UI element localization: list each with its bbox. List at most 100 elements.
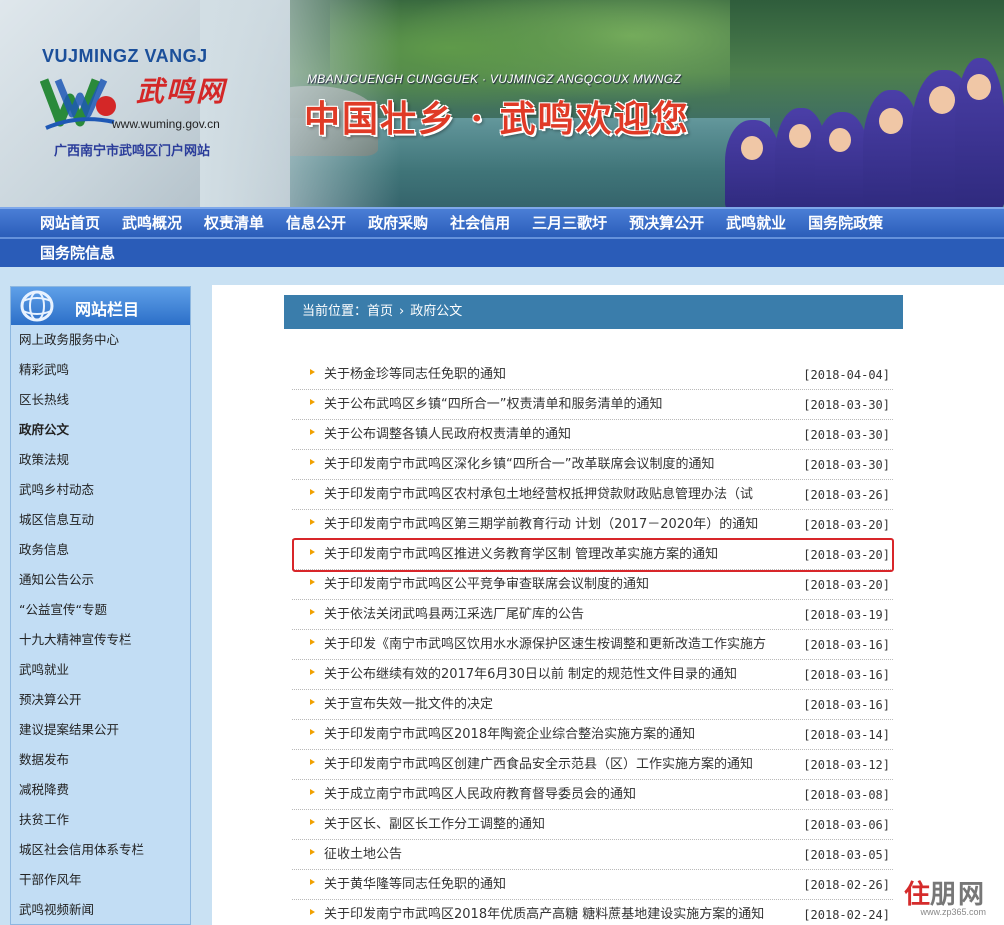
nav-item-home[interactable]: 网站首页	[40, 212, 100, 234]
sidebar-item-video-news[interactable]: 武鸣视频新闻	[11, 895, 190, 924]
nav-item-overview[interactable]: 武鸣概况	[122, 212, 182, 234]
document-row[interactable]: 关于杨金珍等同志任免职的通知 [2018-04-04]	[292, 360, 893, 390]
document-title-link[interactable]: 关于宣布失效一批文件的决定	[324, 690, 804, 720]
breadcrumb-current[interactable]: 政府公文	[410, 304, 462, 319]
sidebar-item-data-release[interactable]: 数据发布	[11, 745, 190, 775]
watermark: 住朋网 www.zp365.com	[904, 874, 986, 917]
document-row[interactable]: 关于公布武鸣区乡镇“四所合一”权责清单和服务清单的通知 [2018-03-30]	[292, 390, 893, 420]
sidebar-item-public-welfare[interactable]: “公益宣传“专题	[11, 595, 190, 625]
sidebar-item-gov-info[interactable]: 政务信息	[11, 535, 190, 565]
document-title-link[interactable]: 关于印发南宁市武鸣区2018年陶瓷企业综合整治实施方案的通知	[324, 720, 804, 750]
bullet-arrow-icon	[310, 819, 315, 825]
bullet-arrow-icon	[310, 789, 315, 795]
sidebar-item-district-interaction[interactable]: 城区信息互动	[11, 505, 190, 535]
logo-url-text: www.wuming.gov.cn	[112, 117, 220, 131]
document-title-link[interactable]: 关于公布调整各镇人民政府权责清单的通知	[324, 420, 804, 450]
document-date: [2018-03-14]	[803, 728, 890, 742]
document-row[interactable]: 关于印发南宁市武鸣区第三期学前教育行动 计划（2017－2020年）的通知 [20…	[292, 510, 893, 540]
sidebar-item-poverty-alleviation[interactable]: 扶贫工作	[11, 805, 190, 835]
sidebar-item-mayor-hotline[interactable]: 区长热线	[11, 385, 190, 415]
document-row[interactable]: 关于印发南宁市武鸣区创建广西食品安全示范县（区）工作实施方案的通知 [2018-0…	[292, 750, 893, 780]
nav-item-procurement[interactable]: 政府采购	[368, 212, 428, 234]
sidebar-item-budget[interactable]: 预决算公开	[11, 685, 190, 715]
sidebar-menu: 网上政务服务中心 精彩武鸣 区长热线 政府公文 政策法规 武鸣乡村动态 城区信息…	[11, 325, 190, 924]
document-row[interactable]: 关于区长、副区长工作分工调整的通知 [2018-03-06]	[292, 810, 893, 840]
document-row[interactable]: 关于黄华隆等同志任免职的通知 [2018-02-26]	[292, 870, 893, 900]
bullet-arrow-icon	[310, 879, 315, 885]
nav-item-state-council-policy[interactable]: 国务院政策	[808, 212, 883, 234]
document-date: [2018-03-16]	[803, 638, 890, 652]
document-date: [2018-03-30]	[803, 428, 890, 442]
document-row[interactable]: 关于依法关闭武鸣县两江采选厂尾矿库的公告 [2018-03-19]	[292, 600, 893, 630]
document-row[interactable]: 关于成立南宁市武鸣区人民政府教育督导委员会的通知 [2018-03-08]	[292, 780, 893, 810]
document-row[interactable]: 关于公布继续有效的2017年6月30日以前 制定的规范性文件目录的通知 [2018…	[292, 660, 893, 690]
banner-singers-illustration	[715, 50, 1004, 207]
document-date: [2018-02-24]	[803, 908, 890, 922]
document-row-highlighted[interactable]: 关于印发南宁市武鸣区推进义务教育学区制 管理改革实施方案的通知 [2018-03-…	[292, 540, 893, 570]
logo-subtitle: 广西南宁市武鸣区门户网站	[54, 144, 211, 159]
document-list: 关于杨金珍等同志任免职的通知 [2018-04-04] 关于公布武鸣区乡镇“四所合…	[292, 360, 893, 925]
header-banner: VUJMINGZ VANGJ 武鸣网 www.wuming.gov.cn 广西南…	[0, 0, 1004, 207]
document-date: [2018-03-05]	[803, 848, 890, 862]
document-title-link[interactable]: 关于依法关闭武鸣县两江采选厂尾矿库的公告	[324, 600, 804, 630]
sidebar-item-notices[interactable]: 通知公告公示	[11, 565, 190, 595]
bullet-arrow-icon	[310, 699, 315, 705]
document-title-link[interactable]: 关于成立南宁市武鸣区人民政府教育督导委员会的通知	[324, 780, 804, 810]
document-date: [2018-03-30]	[803, 458, 890, 472]
sidebar-header: 网站栏目	[11, 287, 190, 325]
document-title-link[interactable]: 关于印发南宁市武鸣区第三期学前教育行动 计划（2017－2020年）的通知	[324, 510, 804, 540]
document-row[interactable]: 关于印发南宁市武鸣区农村承包土地经营权抵押贷款财政贴息管理办法（试 [2018-0…	[292, 480, 893, 510]
document-title-link[interactable]: 关于印发南宁市武鸣区创建广西食品安全示范县（区）工作实施方案的通知	[324, 750, 804, 780]
document-date: [2018-03-16]	[803, 698, 890, 712]
sidebar-item-tax-reduction[interactable]: 减税降费	[11, 775, 190, 805]
sidebar-item-gov-documents[interactable]: 政府公文	[11, 415, 190, 445]
sidebar-item-19th-congress[interactable]: 十九大精神宣传专栏	[11, 625, 190, 655]
bullet-arrow-icon	[310, 429, 315, 435]
document-row[interactable]: 关于印发南宁市武鸣区2018年优质高产高糖 糖料蔗基地建设实施方案的通知 [201…	[292, 900, 893, 925]
document-row[interactable]: 关于印发南宁市武鸣区深化乡镇“四所合一”改革联席会议制度的通知 [2018-03-…	[292, 450, 893, 480]
document-title-link[interactable]: 关于印发南宁市武鸣区农村承包土地经营权抵押贷款财政贴息管理办法（试	[324, 480, 804, 510]
nav-item-info-disclosure[interactable]: 信息公开	[286, 212, 346, 234]
breadcrumb-home-link[interactable]: 首页	[367, 304, 393, 319]
sidebar-item-wonderful-wuming[interactable]: 精彩武鸣	[11, 355, 190, 385]
sidebar-item-policies-regulations[interactable]: 政策法规	[11, 445, 190, 475]
bullet-arrow-icon	[310, 669, 315, 675]
document-title-link[interactable]: 关于印发《南宁市武鸣区饮用水水源保护区速生桉调整和更新改造工作实施方	[324, 630, 804, 660]
document-title-link[interactable]: 征收土地公告	[324, 840, 804, 870]
sidebar-item-online-service[interactable]: 网上政务服务中心	[11, 325, 190, 355]
sidebar-item-cadre-conduct[interactable]: 干部作风年	[11, 865, 190, 895]
document-title-link[interactable]: 关于杨金珍等同志任免职的通知	[324, 360, 804, 390]
document-title-link[interactable]: 关于印发南宁市武鸣区深化乡镇“四所合一”改革联席会议制度的通知	[324, 450, 804, 480]
nav-item-employment[interactable]: 武鸣就业	[726, 212, 786, 234]
document-date: [2018-02-26]	[803, 878, 890, 892]
nav-item-social-credit[interactable]: 社会信用	[450, 212, 510, 234]
sidebar-item-employment[interactable]: 武鸣就业	[11, 655, 190, 685]
document-title-link[interactable]: 关于黄华隆等同志任免职的通知	[324, 870, 804, 900]
document-title-link[interactable]: 关于区长、副区长工作分工调整的通知	[324, 810, 804, 840]
document-title-link[interactable]: 关于印发南宁市武鸣区公平竞争审查联席会议制度的通知	[324, 570, 804, 600]
nav-item-state-council-info[interactable]: 国务院信息	[40, 242, 115, 264]
nav-item-budget[interactable]: 预决算公开	[629, 212, 704, 234]
document-date: [2018-03-19]	[803, 608, 890, 622]
document-row[interactable]: 关于印发南宁市武鸣区2018年陶瓷企业综合整治实施方案的通知 [2018-03-1…	[292, 720, 893, 750]
document-title-link[interactable]: 关于印发南宁市武鸣区推进义务教育学区制 管理改革实施方案的通知	[324, 540, 804, 570]
nav-item-power-list[interactable]: 权责清单	[204, 212, 264, 234]
sidebar-item-proposals[interactable]: 建议提案结果公开	[11, 715, 190, 745]
document-row[interactable]: 关于公布调整各镇人民政府权责清单的通知 [2018-03-30]	[292, 420, 893, 450]
bullet-arrow-icon	[310, 729, 315, 735]
document-row[interactable]: 征收土地公告 [2018-03-05]	[292, 840, 893, 870]
document-row[interactable]: 关于印发《南宁市武鸣区饮用水水源保护区速生桉调整和更新改造工作实施方 [2018-…	[292, 630, 893, 660]
document-title-link[interactable]: 关于公布继续有效的2017年6月30日以前 制定的规范性文件目录的通知	[324, 660, 804, 690]
logo-icon[interactable]	[40, 70, 116, 132]
document-date: [2018-03-20]	[803, 518, 890, 532]
bullet-arrow-icon	[310, 459, 315, 465]
sidebar-item-rural-news[interactable]: 武鸣乡村动态	[11, 475, 190, 505]
document-title-link[interactable]: 关于印发南宁市武鸣区2018年优质高产高糖 糖料蔗基地建设实施方案的通知	[324, 900, 804, 925]
watermark-logo-mark: 住	[903, 880, 930, 910]
document-row[interactable]: 关于宣布失效一批文件的决定 [2018-03-16]	[292, 690, 893, 720]
nav-item-sanyuesan[interactable]: 三月三歌圩	[532, 212, 607, 234]
sidebar-item-credit-system[interactable]: 城区社会信用体系专栏	[11, 835, 190, 865]
document-title-link[interactable]: 关于公布武鸣区乡镇“四所合一”权责清单和服务清单的通知	[324, 390, 804, 420]
document-date: [2018-03-20]	[803, 578, 890, 592]
document-row[interactable]: 关于印发南宁市武鸣区公平竞争审查联席会议制度的通知 [2018-03-20]	[292, 570, 893, 600]
